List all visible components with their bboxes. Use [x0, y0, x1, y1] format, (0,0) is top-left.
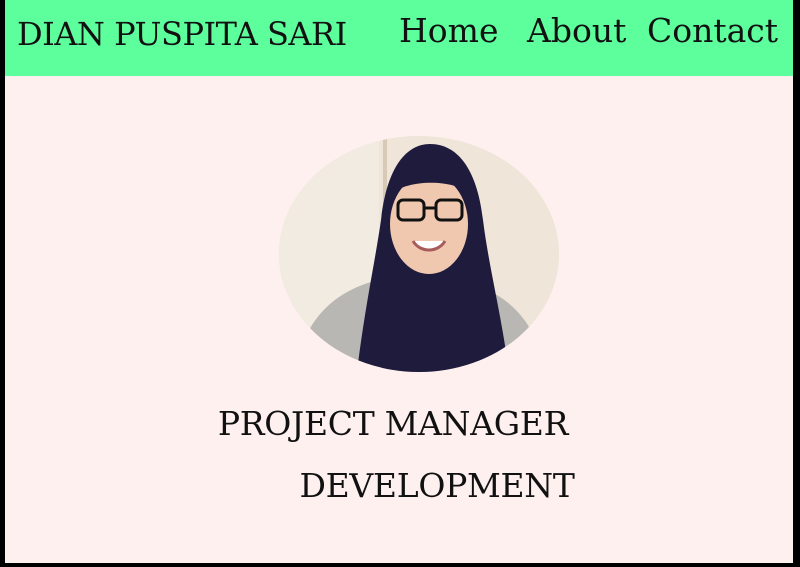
nav-link-home[interactable]: Home: [399, 10, 498, 52]
site-brand[interactable]: DIAN PUSPITA SARI: [17, 14, 347, 54]
nav-link-contact[interactable]: Contact: [647, 10, 778, 52]
nav-link-about[interactable]: About: [527, 10, 626, 52]
role-title-line-2: DEVELOPMENT: [299, 466, 575, 505]
profile-photo: [279, 136, 559, 372]
navbar: DIAN PUSPITA SARI Home About Contact: [5, 0, 793, 76]
role-title-line-1: PROJECT MANAGER: [217, 404, 569, 443]
page: DIAN PUSPITA SARI Home About Contact PRO…: [5, 0, 793, 563]
